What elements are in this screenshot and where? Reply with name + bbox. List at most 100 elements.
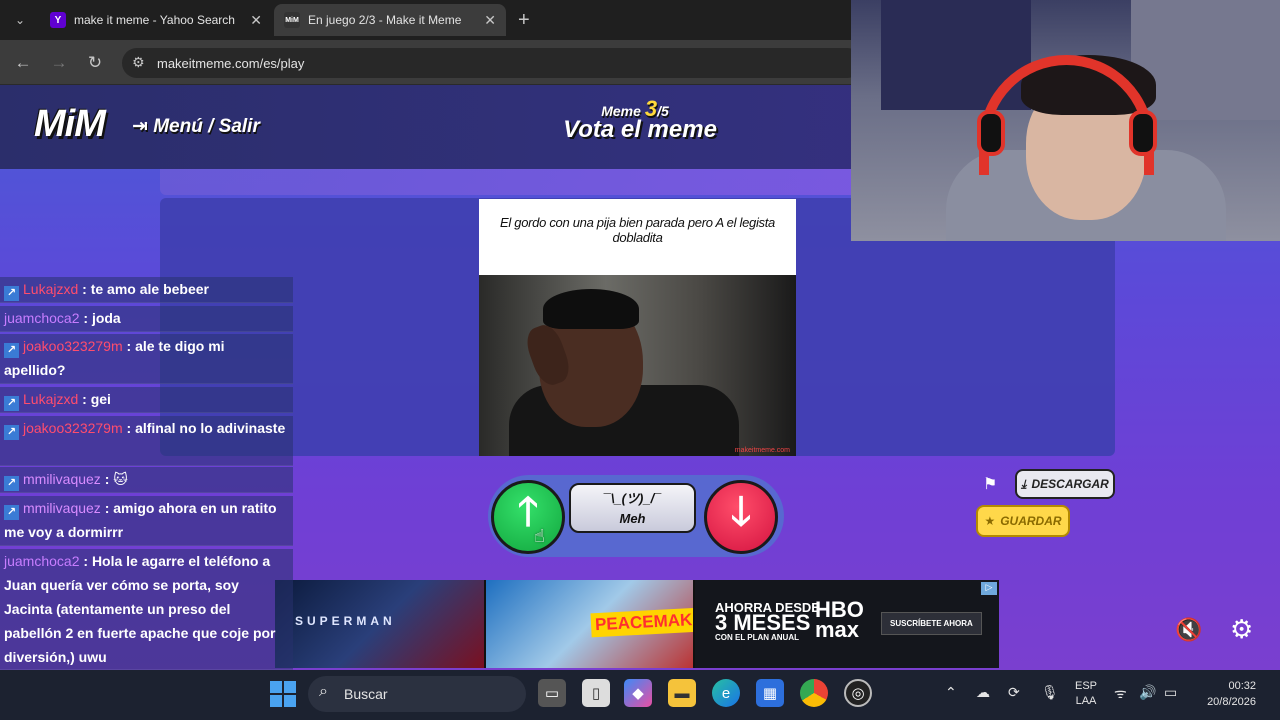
chat-text: : joda bbox=[79, 310, 121, 326]
file-icon[interactable]: ▯ bbox=[582, 679, 610, 707]
stream-chat-overlay: ↗ Lukajzxd : te amo ale bebeer juamchoca2 … bbox=[0, 277, 293, 720]
mim-favicon-icon: MiM bbox=[284, 12, 300, 28]
battery-icon[interactable]: ▭ bbox=[1164, 684, 1177, 701]
headset-right-ear bbox=[1129, 110, 1157, 156]
clock-time: 00:32 bbox=[1228, 680, 1256, 692]
tab-make-it-meme[interactable]: MiM En juego 2/3 - Make it Meme ✕ bbox=[274, 4, 506, 36]
edge-icon[interactable]: e bbox=[712, 679, 740, 707]
file-explorer-icon[interactable]: ▬ bbox=[668, 679, 696, 707]
tab-yahoo-search[interactable]: Y make it meme - Yahoo Search ✕ bbox=[40, 4, 272, 36]
menu-label: Menú / Salir bbox=[153, 116, 260, 137]
url-bar[interactable]: ⚙ makeitmeme.com/es/play bbox=[122, 48, 862, 78]
chat-text: : 🐱 bbox=[100, 471, 128, 487]
obs-icon[interactable]: ◎ bbox=[844, 679, 872, 707]
microphone-icon[interactable]: 🎙 bbox=[1041, 684, 1059, 701]
url-text: makeitmeme.com/es/play bbox=[157, 55, 305, 71]
task-view-icon[interactable]: ▭ bbox=[538, 679, 566, 707]
vote-up-button[interactable]: 🡑 bbox=[491, 480, 565, 554]
chat-username: mmilivaquez bbox=[23, 500, 101, 516]
chat-message: juamchoca2 : joda bbox=[0, 306, 293, 332]
report-flag-icon[interactable]: ⚑ bbox=[983, 474, 997, 494]
sync-icon[interactable]: ⟳ bbox=[1008, 684, 1020, 701]
meme-image: makeitmeme.com bbox=[479, 275, 796, 456]
m365-icon[interactable]: ◆ bbox=[624, 679, 652, 707]
ad-peacemaker-title: PEACEMAKER bbox=[590, 606, 693, 638]
ad-panel-superman[interactable]: SUPERMAN bbox=[275, 580, 484, 668]
forward-icon[interactable]: → bbox=[48, 52, 70, 74]
star-icon: ★ bbox=[984, 514, 996, 528]
chat-username: Lukajzxd bbox=[23, 391, 79, 407]
chat-text: : gei bbox=[78, 391, 111, 407]
chat-message: ↗ joakoo323279m : ale te digo mi apellido… bbox=[0, 334, 293, 384]
vote-down-button[interactable]: 🡓 bbox=[704, 480, 778, 554]
download-button[interactable]: ⤓ DESCARGAR bbox=[1015, 469, 1115, 499]
arrow-down-icon: 🡓 bbox=[730, 490, 752, 534]
page-title: Vota el meme bbox=[563, 116, 717, 143]
chat-text: : te amo ale bebeer bbox=[78, 281, 209, 297]
headset-left-ear bbox=[977, 110, 1005, 156]
site-logo[interactable]: MiM bbox=[34, 103, 106, 146]
taskbar-search[interactable]: ⌕ Buscar bbox=[308, 676, 526, 712]
chat-username: juamchoca2 bbox=[4, 310, 80, 326]
meme-caption: El gordo con una pija bien parada pero A… bbox=[500, 215, 775, 245]
subscribe-button[interactable]: SUSCRÍBETE AHORA bbox=[881, 612, 982, 635]
chat-username: mmilivaquez bbox=[23, 471, 101, 487]
chat-username: joakoo323279m bbox=[23, 338, 123, 354]
chrome-icon[interactable] bbox=[800, 679, 828, 707]
download-icon: ⤓ bbox=[1021, 476, 1027, 491]
tab-title: make it meme - Yahoo Search bbox=[74, 13, 235, 27]
hbo-max-logo: HBO max bbox=[815, 597, 864, 642]
wifi-icon[interactable]: ᯤ bbox=[1114, 684, 1127, 703]
exit-icon: ⇥ bbox=[132, 116, 154, 137]
platform-badge-icon: ↗ bbox=[4, 476, 19, 491]
chat-text: : Hola le agarre el teléfono a Juan quer… bbox=[4, 553, 276, 665]
save-button[interactable]: ★ GUARDAR bbox=[976, 505, 1070, 537]
site-info-icon[interactable]: ⚙ bbox=[132, 54, 145, 71]
platform-badge-icon: ↗ bbox=[4, 343, 19, 358]
tab-list-dropdown[interactable]: ⌄ bbox=[10, 10, 30, 30]
mute-icon[interactable]: 🔇 bbox=[1175, 617, 1202, 643]
taskbar-clock[interactable]: 00:32 20/8/2026 bbox=[1190, 678, 1256, 710]
ad-banner[interactable]: SUPERMAN PEACEMAKER AHORRA DESDE 3 MESES… bbox=[275, 580, 999, 668]
platform-badge-icon: ↗ bbox=[4, 396, 19, 411]
meh-label: Meh bbox=[619, 511, 646, 526]
platform-badge-icon: ↗ bbox=[4, 286, 19, 301]
chat-username: joakoo323279m bbox=[23, 420, 123, 436]
close-tab-icon[interactable]: ✕ bbox=[484, 12, 496, 29]
ad-panel-hbo[interactable]: AHORRA DESDE 3 MESES CON EL PLAN ANUAL H… bbox=[695, 580, 999, 668]
input-language[interactable]: ESP LAA bbox=[1066, 679, 1106, 709]
cloud-icon[interactable]: ☁ bbox=[976, 684, 990, 701]
ad-offer-text: AHORRA DESDE 3 MESES CON EL PLAN ANUAL bbox=[715, 600, 820, 642]
search-icon: ⌕ bbox=[319, 683, 328, 700]
chat-message: ↗ Lukajzxd : gei bbox=[0, 387, 293, 413]
chat-message: ↗ joakoo323279m : alfinal no lo adivinast… bbox=[0, 416, 293, 466]
hand-cursor-icon: ☝ bbox=[534, 526, 545, 546]
meh-face: ¯\_(ツ)_/¯ bbox=[603, 491, 662, 506]
download-label: DESCARGAR bbox=[1031, 477, 1109, 491]
tab-title: En juego 2/3 - Make it Meme bbox=[308, 13, 462, 27]
menu-exit-button[interactable]: ⇥ Menú / Salir bbox=[132, 115, 260, 138]
ad-panel-peacemaker[interactable]: PEACEMAKER bbox=[486, 580, 693, 668]
platform-badge-icon: ↗ bbox=[4, 425, 19, 440]
ad-superman-title: SUPERMAN bbox=[295, 614, 396, 628]
vote-meh-button[interactable]: ¯\_(ツ)_/¯ Meh bbox=[569, 483, 696, 533]
yahoo-favicon-icon: Y bbox=[50, 12, 66, 28]
close-tab-icon[interactable]: ✕ bbox=[250, 12, 262, 29]
chat-username: Lukajzxd bbox=[23, 281, 79, 297]
settings-gear-icon[interactable]: ⚙ bbox=[1230, 614, 1253, 645]
store-icon[interactable]: ▦ bbox=[756, 679, 784, 707]
reload-icon[interactable]: ↻ bbox=[84, 52, 106, 74]
chat-message: ↗ mmilivaquez : amigo ahora en un ratito … bbox=[0, 496, 293, 546]
chat-message: ↗ Lukajzxd : te amo ale bebeer bbox=[0, 277, 293, 303]
chat-message: juamchoca2 : Hola le agarre el teléfono … bbox=[0, 549, 293, 670]
meme-figure-hair bbox=[543, 289, 639, 329]
new-tab-icon[interactable]: + bbox=[518, 9, 530, 32]
platform-badge-icon: ↗ bbox=[4, 505, 19, 520]
tray-overflow-icon[interactable]: ⌃ bbox=[945, 684, 957, 701]
adchoices-icon[interactable]: ▷ bbox=[981, 582, 997, 595]
back-icon[interactable]: ← bbox=[12, 52, 34, 74]
volume-icon[interactable]: 🔊 bbox=[1139, 684, 1156, 701]
webcam-overlay bbox=[851, 0, 1280, 241]
windows-start-icon[interactable] bbox=[270, 681, 296, 707]
clock-date: 20/8/2026 bbox=[1207, 696, 1256, 708]
